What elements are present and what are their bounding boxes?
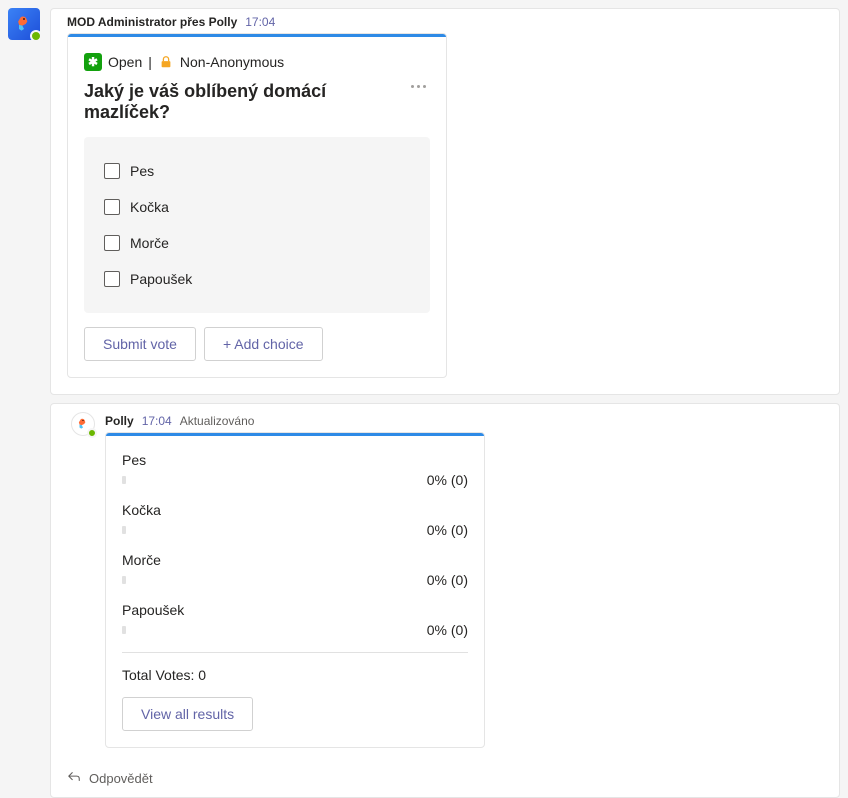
result-percent: 0% (0) — [427, 572, 468, 588]
total-votes: Total Votes: 0 — [122, 667, 468, 683]
option-label: Morče — [130, 235, 169, 251]
poll-status-row: ✱ Open | Non-Anonymous — [84, 53, 430, 71]
result-progress-bar — [122, 576, 126, 584]
updated-label: Aktualizováno — [180, 414, 255, 428]
open-badge-icon: ✱ — [84, 53, 102, 71]
checkbox-icon[interactable] — [104, 271, 120, 287]
result-progress-bar — [122, 626, 126, 634]
lock-icon — [158, 54, 174, 70]
sender-name: MOD Administrator přes Polly — [67, 15, 237, 29]
option-label: Kočka — [130, 199, 169, 215]
status-anon-text: Non-Anonymous — [180, 54, 284, 70]
reply-label: Odpovědět — [89, 771, 153, 786]
poll-option[interactable]: Pes — [84, 153, 430, 189]
submit-vote-button[interactable]: Submit vote — [84, 327, 196, 361]
thread-wrapper: Polly 17:04 Aktualizováno Pes 0% (0) Koč — [50, 403, 840, 798]
checkbox-icon[interactable] — [104, 235, 120, 251]
result-progress-bar — [122, 476, 126, 484]
presence-available-icon — [30, 30, 42, 42]
result-item: Kočka 0% (0) — [122, 502, 468, 538]
poll-option[interactable]: Kočka — [84, 189, 430, 225]
result-label: Pes — [122, 452, 468, 468]
poll-question: Jaký je váš oblíbený domácí mazlíček? — [84, 81, 407, 123]
result-percent: 0% (0) — [427, 522, 468, 538]
status-divider: | — [148, 54, 152, 70]
result-item: Morče 0% (0) — [122, 552, 468, 588]
checkbox-icon[interactable] — [104, 199, 120, 215]
result-progress-bar — [122, 526, 126, 534]
result-label: Morče — [122, 552, 468, 568]
result-item: Pes 0% (0) — [122, 452, 468, 488]
divider — [122, 652, 468, 653]
poll-option[interactable]: Papoušek — [84, 261, 430, 297]
result-item: Papoušek 0% (0) — [122, 602, 468, 638]
checkbox-icon[interactable] — [104, 163, 120, 179]
result-percent: 0% (0) — [427, 472, 468, 488]
result-label: Papoušek — [122, 602, 468, 618]
reply-button[interactable]: Odpovědět — [51, 760, 839, 797]
polly-avatar — [8, 8, 40, 40]
add-choice-button[interactable]: + Add choice — [204, 327, 323, 361]
option-label: Pes — [130, 163, 154, 179]
reply-arrow-icon — [67, 770, 81, 787]
sender-name: Polly — [105, 414, 134, 428]
more-options-button[interactable] — [407, 81, 430, 92]
message-timestamp: 17:04 — [245, 15, 275, 29]
presence-available-icon — [87, 428, 97, 438]
view-all-results-button[interactable]: View all results — [122, 697, 253, 731]
result-percent: 0% (0) — [427, 622, 468, 638]
status-open-text: Open — [108, 54, 142, 70]
polly-avatar-small — [71, 412, 95, 436]
option-label: Papoušek — [130, 271, 192, 287]
poll-message: MOD Administrator přes Polly 17:04 ✱ Ope… — [0, 0, 848, 395]
result-label: Kočka — [122, 502, 468, 518]
results-message: Polly 17:04 Aktualizováno Pes 0% (0) Koč — [51, 404, 839, 760]
message-timestamp: 17:04 — [142, 414, 172, 428]
poll-options-list: Pes Kočka Morče Papoušek — [84, 137, 430, 313]
poll-option[interactable]: Morče — [84, 225, 430, 261]
